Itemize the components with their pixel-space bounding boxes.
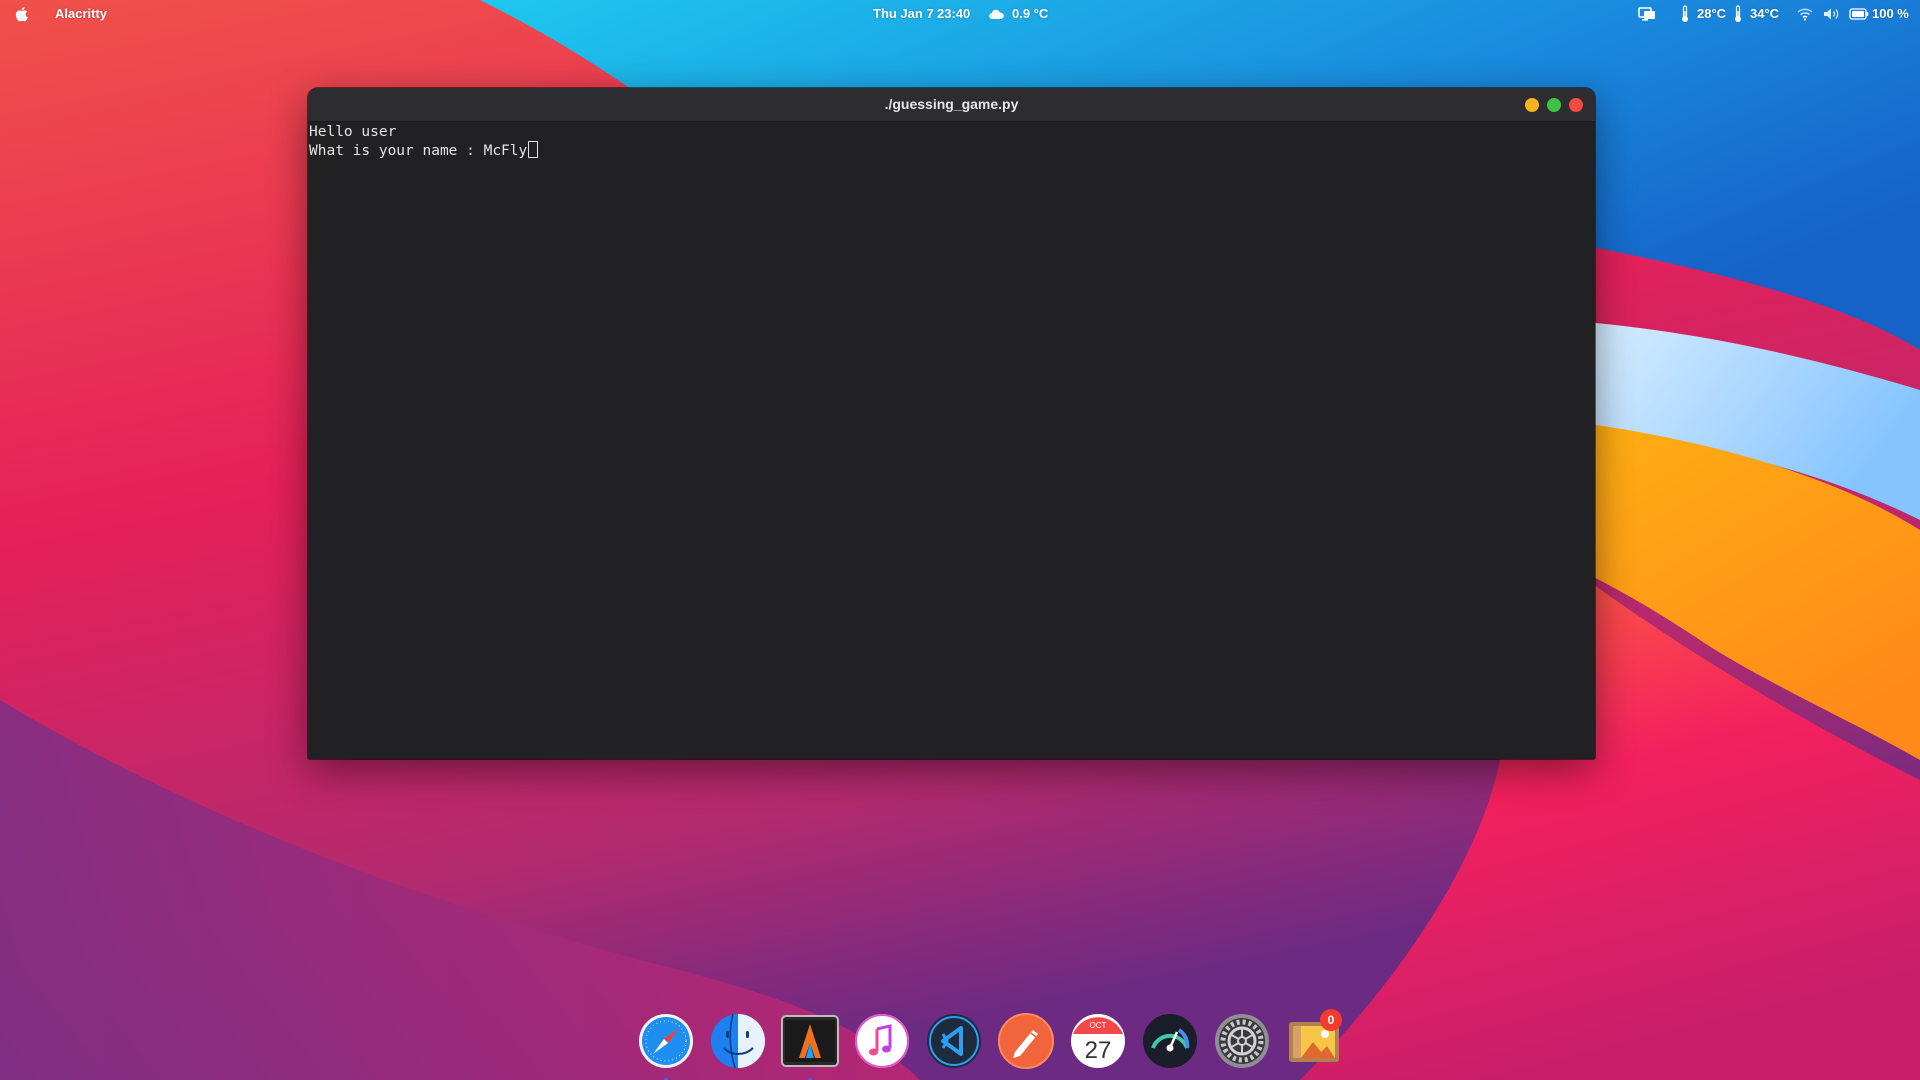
dock-item-system-preferences[interactable] [1213,1012,1271,1070]
volume-icon[interactable] [1823,7,1841,21]
gauge-icon [1143,1014,1197,1068]
dock-item-safari[interactable] [637,1012,695,1080]
clock-time[interactable]: 23:40 [937,0,970,28]
dock-item-image-viewer[interactable]: 0 [1285,1009,1343,1070]
calendar-month: OCT [1090,1021,1107,1030]
terminal-line: What is your name : McFly [309,143,528,159]
text-cursor [528,141,539,158]
dock-item-finder[interactable] [709,1012,767,1070]
cloud-icon[interactable] [988,6,1006,22]
clock-date[interactable]: Thu Jan 7 [873,0,934,28]
thermometer-icon[interactable] [1680,5,1690,23]
gear-icon [1215,1014,1269,1068]
vscode-icon [927,1014,981,1068]
terminal-line: Hello user [309,124,397,140]
finder-icon [711,1013,765,1069]
cpu-temperature[interactable]: 28°C [1697,0,1726,28]
battery-icon[interactable] [1849,8,1869,20]
dock: OCT 27 0 [0,1008,1920,1080]
window-title: ./guessing_game.py [884,96,1019,112]
dock-item-vscode[interactable] [925,1012,983,1070]
music-icon [855,1014,909,1068]
window-titlebar[interactable]: ./guessing_game.py [308,88,1595,122]
minimize-button[interactable] [1525,98,1539,112]
maximize-button[interactable] [1547,98,1561,112]
alacritty-icon [781,1015,839,1067]
apple-icon[interactable] [14,5,30,23]
desktop: Alacritty Thu Jan 7 23:40 0.9 °C 28°C 34… [0,0,1920,1080]
close-button[interactable] [1569,98,1583,112]
dock-item-pencil[interactable] [997,1012,1055,1070]
battery-percentage[interactable]: 100 % [1872,0,1909,28]
notification-badge: 0 [1320,1009,1342,1031]
thermometer-icon[interactable] [1733,5,1743,23]
weather-temperature[interactable]: 0.9 °C [1012,0,1048,28]
top-bar: Alacritty Thu Jan 7 23:40 0.9 °C 28°C 34… [0,0,1920,28]
display-icon[interactable] [1638,6,1656,22]
pencil-icon [998,1013,1054,1069]
safari-icon [639,1014,693,1068]
calendar-icon: OCT 27 [1071,1014,1125,1068]
wifi-icon[interactable] [1797,7,1813,21]
terminal-window[interactable]: ./guessing_game.py Hello user What is yo… [308,88,1595,759]
dock-item-alacritty[interactable] [781,1012,839,1080]
calendar-day: 27 [1085,1037,1112,1064]
dock-item-music[interactable] [853,1012,911,1070]
gpu-temperature[interactable]: 34°C [1750,0,1779,28]
dock-item-calendar[interactable]: OCT 27 [1069,1012,1127,1070]
terminal-output[interactable]: Hello user What is your name : McFly [308,122,1595,759]
dock-item-monitor[interactable] [1141,1012,1199,1070]
active-app-name[interactable]: Alacritty [55,0,107,28]
terminal-input-line[interactable]: What is your name : McFly [309,141,1595,159]
